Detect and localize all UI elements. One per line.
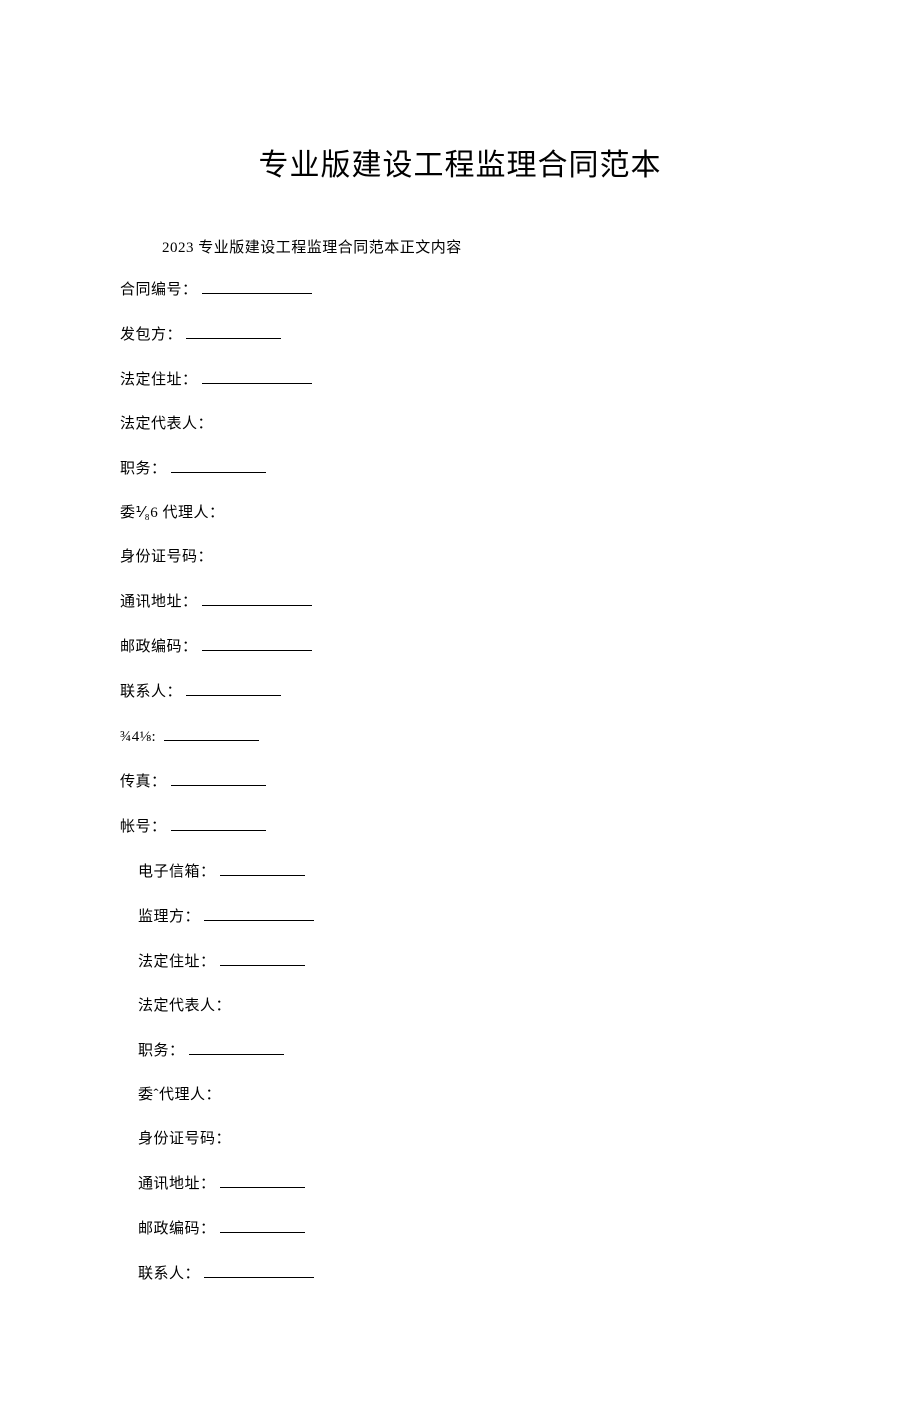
party-b-label: 监理方： bbox=[138, 909, 200, 925]
id-number-a-label: 身份证号码： bbox=[120, 549, 213, 565]
legal-address-a-field: 法定住址： bbox=[120, 369, 800, 391]
mailing-address-a-blank bbox=[202, 591, 312, 606]
position-a-field: 职务： bbox=[120, 458, 800, 480]
fax-label: 传真： bbox=[120, 774, 167, 790]
email-field: 电子信箱： bbox=[138, 861, 800, 883]
phone-blank bbox=[164, 726, 259, 741]
postal-code-a-field: 邮政编码： bbox=[120, 636, 800, 658]
document-subtitle: 2023 专业版建设工程监理合同范本正文内容 bbox=[162, 236, 800, 257]
document-title: 专业版建设工程监理合同范本 bbox=[120, 140, 800, 184]
phone-label: ¾4⅛: bbox=[120, 729, 156, 745]
fax-blank bbox=[171, 771, 266, 786]
contact-a-label: 联系人： bbox=[120, 684, 182, 700]
party-a-field: 发包方： bbox=[120, 324, 800, 346]
mailing-address-b-label: 通讯地址： bbox=[138, 1176, 216, 1192]
postal-code-b-blank bbox=[220, 1218, 305, 1233]
contact-b-label: 联系人： bbox=[138, 1266, 200, 1282]
position-a-label: 职务： bbox=[120, 461, 167, 477]
postal-code-b-field: 邮政编码： bbox=[138, 1218, 800, 1240]
legal-rep-b-label: 法定代表人： bbox=[138, 998, 231, 1014]
mailing-address-a-field: 通讯地址： bbox=[120, 591, 800, 613]
agent-b-label: 委ˆ代理人： bbox=[138, 1087, 221, 1103]
legal-address-b-blank bbox=[220, 951, 305, 966]
contact-a-blank bbox=[186, 681, 281, 696]
fax-field: 传真： bbox=[120, 771, 800, 793]
legal-rep-a-label: 法定代表人： bbox=[120, 416, 213, 432]
mailing-address-b-blank bbox=[220, 1173, 305, 1188]
account-blank bbox=[171, 816, 266, 831]
contact-b-blank bbox=[204, 1263, 314, 1278]
contract-number-label: 合同编号： bbox=[120, 282, 198, 298]
email-blank bbox=[220, 861, 305, 876]
legal-address-a-label: 法定住址： bbox=[120, 372, 198, 388]
position-b-blank bbox=[189, 1040, 284, 1055]
contract-number-blank bbox=[202, 279, 312, 294]
id-number-b-field: 身份证号码： bbox=[138, 1129, 800, 1150]
legal-rep-a-field: 法定代表人： bbox=[120, 414, 800, 435]
agent-a-field: 委⅟₈6 代理人： bbox=[120, 503, 800, 524]
mailing-address-a-label: 通讯地址： bbox=[120, 594, 198, 610]
agent-b-field: 委ˆ代理人： bbox=[138, 1085, 800, 1106]
position-b-field: 职务： bbox=[138, 1040, 800, 1062]
contact-b-field: 联系人： bbox=[138, 1263, 800, 1285]
postal-code-a-label: 邮政编码： bbox=[120, 639, 198, 655]
position-b-label: 职务： bbox=[138, 1043, 185, 1059]
agent-a-label: 委⅟₈6 代理人： bbox=[120, 505, 225, 521]
party-a-label: 发包方： bbox=[120, 327, 182, 343]
document-page: 专业版建设工程监理合同范本 2023 专业版建设工程监理合同范本正文内容 合同编… bbox=[0, 0, 920, 1408]
postal-code-a-blank bbox=[202, 636, 312, 651]
party-a-blank bbox=[186, 324, 281, 339]
mailing-address-b-field: 通讯地址： bbox=[138, 1173, 800, 1195]
id-number-b-label: 身份证号码： bbox=[138, 1131, 231, 1147]
legal-rep-b-field: 法定代表人： bbox=[138, 996, 800, 1017]
legal-address-b-field: 法定住址： bbox=[138, 951, 800, 973]
contract-number-field: 合同编号： bbox=[120, 279, 800, 301]
phone-field: ¾4⅛: bbox=[120, 726, 800, 748]
contact-a-field: 联系人： bbox=[120, 681, 800, 703]
postal-code-b-label: 邮政编码： bbox=[138, 1221, 216, 1237]
email-label: 电子信箱： bbox=[138, 864, 216, 880]
id-number-a-field: 身份证号码： bbox=[120, 547, 800, 568]
party-b-field: 监理方： bbox=[138, 906, 800, 928]
account-field: 帐号： bbox=[120, 816, 800, 838]
account-label: 帐号： bbox=[120, 819, 167, 835]
legal-address-a-blank bbox=[202, 369, 312, 384]
party-b-blank bbox=[204, 906, 314, 921]
legal-address-b-label: 法定住址： bbox=[138, 954, 216, 970]
position-a-blank bbox=[171, 458, 266, 473]
